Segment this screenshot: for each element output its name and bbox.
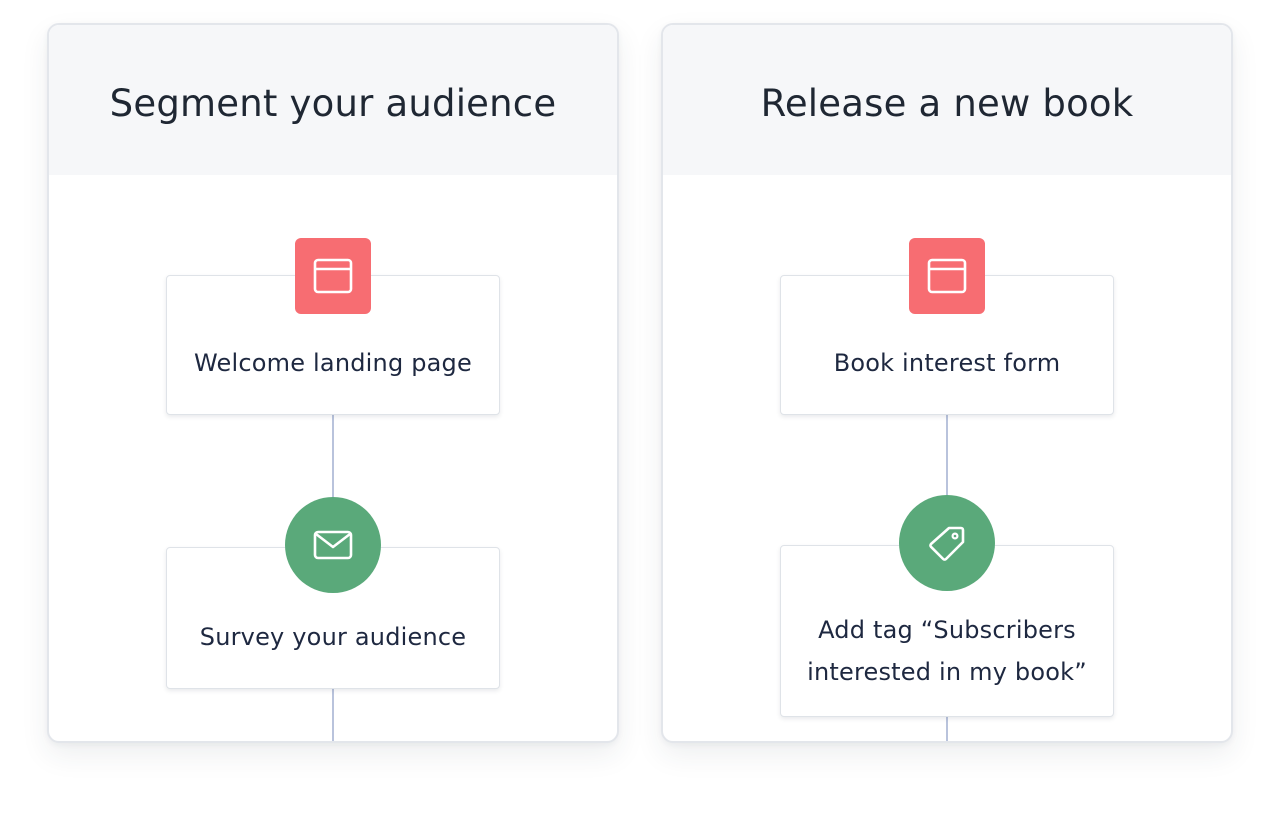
card-header: Release a new book — [663, 25, 1231, 175]
automation-card-segment-audience[interactable]: Segment your audience Welcome landing pa… — [47, 23, 619, 743]
flow-connector — [946, 717, 948, 741]
envelope-icon — [313, 530, 353, 560]
landing-page-badge — [909, 238, 985, 314]
browser-window-icon — [313, 258, 353, 294]
automation-templates: Segment your audience Welcome landing pa… — [0, 0, 1280, 813]
step-label: Book interest form — [833, 349, 1061, 377]
card-title: Segment your audience — [109, 81, 557, 125]
card-header: Segment your audience — [49, 25, 617, 175]
tag-action-badge — [899, 495, 995, 591]
flow-connector — [332, 689, 334, 741]
automation-card-release-book[interactable]: Release a new book Book interest form Ad… — [661, 23, 1233, 743]
flow-connector — [946, 415, 948, 505]
browser-window-icon — [927, 258, 967, 294]
step-label: Welcome landing page — [194, 349, 472, 377]
tag-icon — [929, 526, 965, 561]
flow-connector — [332, 415, 334, 505]
step-label: Add tag “Subscribers interested in my bo… — [807, 616, 1087, 686]
landing-page-badge — [295, 238, 371, 314]
email-action-badge — [285, 497, 381, 593]
step-label: Survey your audience — [199, 623, 467, 651]
card-title: Release a new book — [760, 81, 1134, 125]
